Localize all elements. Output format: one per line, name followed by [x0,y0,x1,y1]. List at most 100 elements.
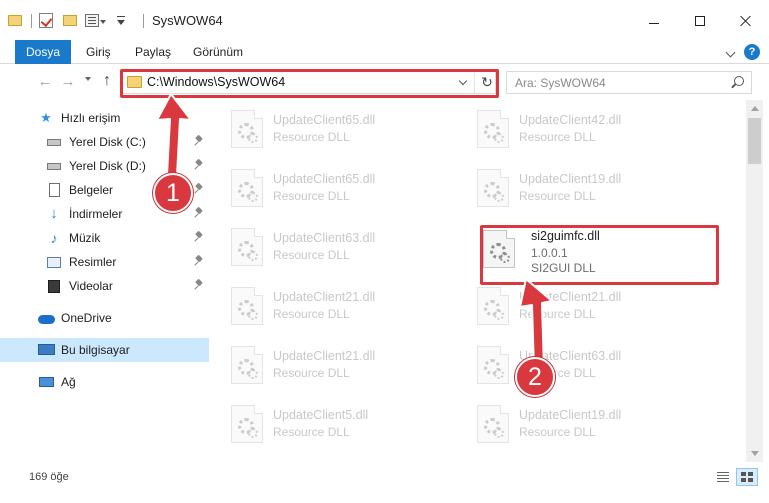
file-name: UpdateClient65.dll [273,172,376,186]
vertical-scrollbar[interactable] [746,100,763,462]
tiles-view-icon[interactable] [736,468,758,486]
properties-check-icon[interactable] [39,13,53,28]
file-tile[interactable]: UpdateClient21.dll Resource DLL [209,281,439,331]
dll-file-icon [231,169,263,207]
minimize-icon [649,23,659,24]
dll-file-icon [231,228,263,266]
pin-icon[interactable] [195,232,203,243]
pin-icon[interactable] [195,280,203,291]
new-folder-icon[interactable] [63,15,77,26]
file-tile[interactable]: UpdateClient21.dll Resource DLL [209,340,439,390]
up-arrow-icon[interactable]: ↑ [99,72,115,90]
sidebar-item-label: OneDrive [61,311,112,325]
sidebar-item-label: Videolar [69,279,113,293]
window-title: SysWOW64 [152,13,223,28]
close-icon [740,15,752,27]
sidebar-item-label: Belgeler [69,183,114,197]
step-1-badge: 1 [153,173,193,213]
ribbon: Dosya Giriş Paylaş Görünüm ? [0,40,769,64]
recent-locations-icon[interactable] [85,77,91,81]
drive-icon [46,134,62,150]
back-arrow-icon[interactable]: ← [37,74,53,90]
dll-file-icon [231,346,263,384]
file-tile[interactable]: UpdateClient65.dll Resource DLL [209,104,439,154]
sidebar-item-label: Müzik [69,231,101,245]
file-name: UpdateClient5.dll [273,408,369,422]
tab-view[interactable]: Görünüm [193,40,243,64]
customize-toolbar-icon[interactable] [116,16,126,26]
sidebar-item-label: Yerel Disk (C:) [69,135,146,149]
minimize-button[interactable] [631,0,677,40]
toolbar-separator [31,14,32,28]
file-type: Resource DLL [273,248,350,262]
sidebar-item-label: İndirmeler [69,207,123,221]
dll-file-icon [477,169,509,207]
search-icon[interactable] [730,76,744,90]
dll-file-icon [231,405,263,443]
file-tile[interactable]: UpdateClient19.dll Resource DLL [455,163,685,213]
file-type: Resource DLL [273,307,350,321]
file-tile[interactable]: UpdateClient5.dll Resource DLL [209,399,439,449]
chevron-down-icon[interactable] [100,20,106,24]
search-placeholder: Ara: SysWOW64 [515,76,606,90]
maximize-button[interactable] [677,0,723,40]
file-type: Resource DLL [519,425,596,439]
close-button[interactable] [723,0,769,40]
tab-share[interactable]: Paylaş [135,40,171,64]
dll-file-icon [477,287,509,325]
computer-icon [38,342,55,358]
dll-file-icon [231,110,263,148]
dll-file-icon [477,346,509,384]
file-name: UpdateClient42.dll [519,113,622,127]
sidebar-item-videos[interactable]: Videolar [0,274,209,298]
file-type: Resource DLL [273,189,350,203]
dll-file-icon [477,110,509,148]
file-type: Resource DLL [519,189,596,203]
music-icon: ♪ [50,230,58,246]
file-name: UpdateClient63.dll [273,231,376,245]
videos-icon [46,278,62,294]
sidebar-item-network[interactable]: Ağ [0,370,209,394]
file-tile[interactable]: UpdateClient63.dll Resource DLL [455,340,685,390]
expand-ribbon-icon[interactable] [725,47,736,58]
scroll-down-icon[interactable] [751,451,759,456]
item-count: 169 öğe [29,471,69,483]
file-type: Resource DLL [273,130,350,144]
sidebar-item-label: Ağ [61,375,76,389]
sidebar-item-label: Bu bilgisayar [61,343,130,357]
file-type: Resource DLL [273,366,350,380]
sidebar-item-this-pc[interactable]: Bu bilgisayar [0,338,209,362]
title-bar: SysWOW64 [0,0,769,40]
sidebar-item-label: Resimler [69,255,117,269]
file-type: Resource DLL [273,425,350,439]
network-icon [38,374,54,390]
help-icon[interactable]: ? [744,44,760,60]
file-highlight-box [480,225,719,285]
file-tile[interactable]: UpdateClient19.dll Resource DLL [455,399,685,449]
sidebar-item-pictures[interactable]: Resimler [0,250,209,274]
search-input[interactable]: Ara: SysWOW64 [506,71,752,94]
scroll-thumb[interactable] [748,118,761,164]
file-name: UpdateClient21.dll [273,290,376,304]
pin-icon[interactable] [195,208,203,219]
tab-home[interactable]: Giriş [86,40,111,64]
drive-icon [46,158,62,174]
dll-file-icon [231,287,263,325]
sidebar-item-onedrive[interactable]: OneDrive [0,306,209,330]
file-tile[interactable]: UpdateClient21.dll Resource DLL [455,281,685,331]
scroll-up-icon[interactable] [751,106,759,111]
sidebar-item-music[interactable]: ♪ Müzik [0,226,209,250]
rename-icon[interactable] [85,14,99,27]
forward-arrow-icon[interactable]: → [60,74,76,90]
details-view-icon[interactable] [716,471,730,483]
file-tile[interactable]: UpdateClient42.dll Resource DLL [455,104,685,154]
file-name: UpdateClient65.dll [273,113,376,127]
file-tile[interactable]: UpdateClient65.dll Resource DLL [209,163,439,213]
tab-file[interactable]: Dosya [15,40,71,64]
file-tile[interactable]: UpdateClient63.dll Resource DLL [209,222,439,272]
pin-icon[interactable] [195,256,203,267]
file-type: Resource DLL [519,130,596,144]
download-icon: ↓ [50,205,58,222]
dll-file-icon [477,405,509,443]
cloud-icon [38,310,55,326]
